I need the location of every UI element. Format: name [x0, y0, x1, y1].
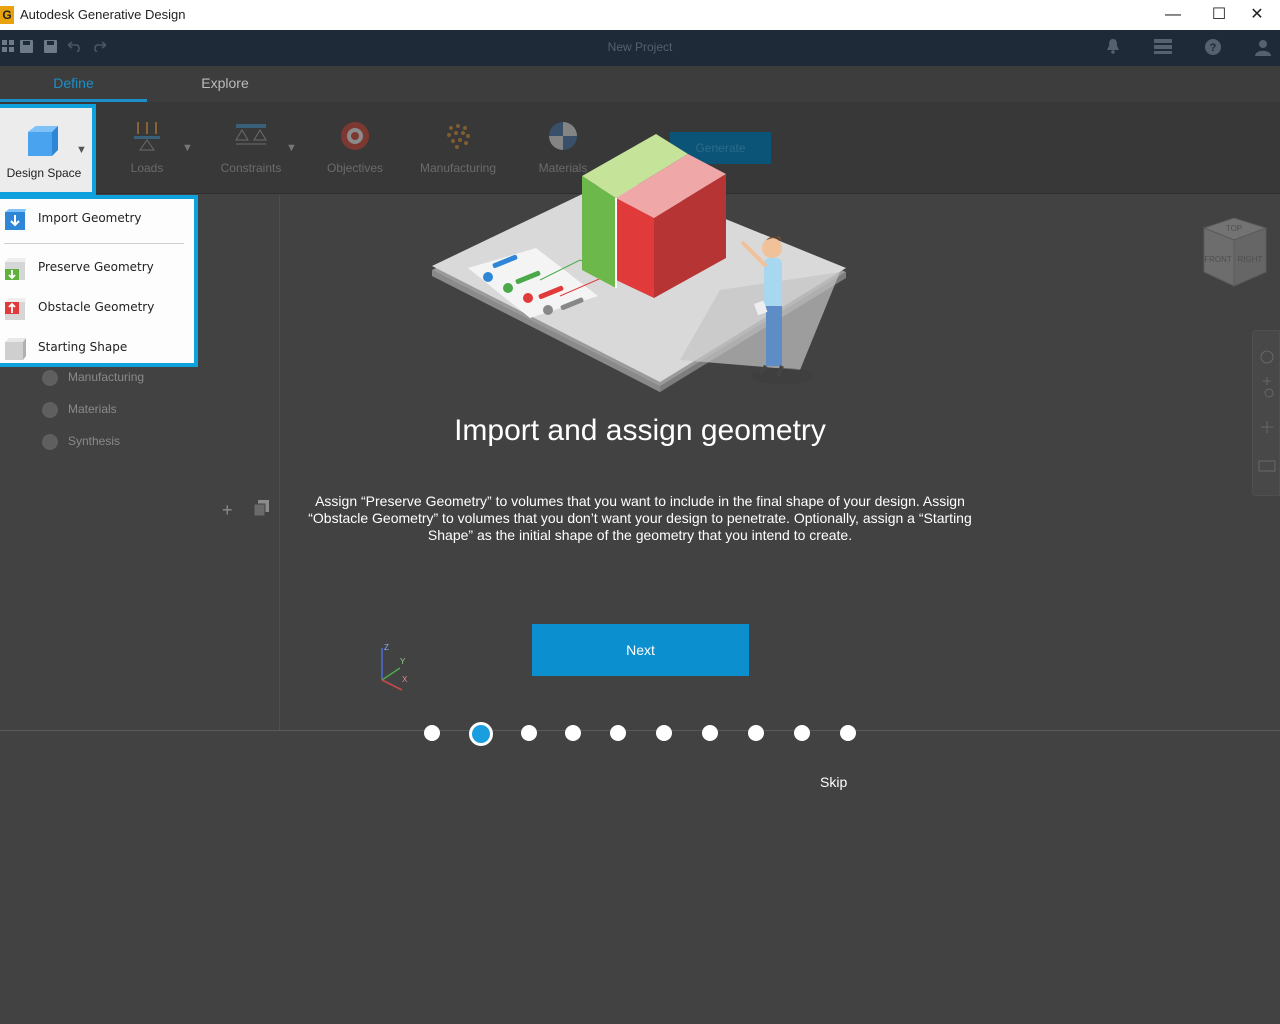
import-geometry-icon — [5, 209, 26, 230]
constraints-icon — [235, 124, 267, 145]
next-button[interactable]: Next — [532, 624, 749, 676]
design-space-button[interactable]: Design Space ▼ — [0, 104, 96, 196]
skip-link[interactable]: Skip — [820, 774, 847, 790]
step-dot[interactable] — [702, 725, 718, 741]
step-indicator — [0, 722, 1280, 746]
browser-item-label: Manufacturing — [68, 370, 145, 385]
objectives-button[interactable]: Objectives — [310, 120, 400, 175]
step-dot[interactable] — [521, 725, 537, 741]
navigation-bar — [1252, 330, 1280, 496]
onboarding-description: Assign “Preserve Geometry” to volumes th… — [308, 493, 972, 543]
design-space-label: Design Space — [6, 166, 82, 180]
project-name: New Project — [607, 40, 673, 54]
axis-triad-icon: Z Y X — [381, 643, 408, 691]
objectives-label: Objectives — [326, 161, 384, 175]
triad-z-label: Z — [384, 643, 389, 652]
loads-dropdown-caret-icon[interactable]: ▼ — [182, 142, 193, 154]
tab-explore[interactable]: Explore — [180, 66, 270, 102]
design-space-cube-icon — [28, 126, 58, 156]
step-dot[interactable] — [748, 725, 764, 741]
constraints-dropdown-caret-icon[interactable]: ▼ — [286, 142, 297, 154]
step-dot-active[interactable] — [469, 722, 493, 746]
close-button[interactable]: ✕ — [1234, 0, 1280, 30]
loads-button[interactable]: Loads ▼ — [102, 120, 193, 175]
viewcube-top-label: TOP — [1226, 224, 1242, 233]
step-dot[interactable] — [840, 725, 856, 741]
quick-access-toolbar: New Project ? — [0, 30, 1280, 66]
menu-item-label: Import Geometry — [38, 211, 142, 225]
notifications-bell-icon[interactable] — [1103, 38, 1123, 58]
menu-item-obstacle-geometry[interactable]: Obstacle Geometry — [0, 296, 190, 320]
step-dot[interactable] — [610, 725, 626, 741]
obstacle-geometry-icon — [5, 298, 26, 320]
user-profile-icon[interactable] — [1253, 38, 1273, 58]
design-space-dropdown-menu: Import Geometry Preserve Geometry Obstac… — [0, 195, 198, 367]
triad-y-label: Y — [400, 657, 406, 666]
preserve-geometry-icon — [5, 258, 26, 280]
menu-item-preserve-geometry[interactable]: Preserve Geometry — [0, 256, 190, 280]
viewcube-right-label: RIGHT — [1238, 255, 1263, 264]
design-space-dropdown-caret-icon[interactable]: ▼ — [76, 144, 87, 156]
window-title-bar: G Autodesk Generative Design — ☐ ✕ — [0, 0, 1280, 30]
starting-shape-icon — [5, 338, 26, 360]
window-title: Autodesk Generative Design — [20, 7, 186, 22]
menu-separator — [4, 243, 184, 244]
browser-item-label: Synthesis — [68, 434, 121, 449]
browser-item-label: Materials — [68, 402, 117, 417]
add-icon[interactable]: + — [222, 500, 233, 521]
viewcube-front-label: FRONT — [1204, 255, 1232, 264]
materials-node-icon — [42, 402, 58, 418]
step-dot[interactable] — [424, 725, 440, 741]
browser-item-manufacturing[interactable]: Manufacturing — [42, 370, 144, 390]
browser-item-synthesis[interactable]: Synthesis — [42, 434, 120, 454]
menu-item-label: Starting Shape — [38, 340, 128, 354]
triad-x-label: X — [402, 675, 408, 684]
browser-item-materials[interactable]: Materials — [42, 402, 117, 422]
minimize-button[interactable]: — — [1150, 0, 1196, 30]
menu-item-starting-shape[interactable]: Starting Shape — [0, 336, 190, 360]
onboarding-heading: Import and assign geometry — [454, 414, 826, 447]
navigation-tools-icon[interactable] — [1253, 331, 1279, 491]
manufacturing-node-icon — [42, 370, 58, 386]
copy-icon[interactable] — [253, 500, 270, 521]
workspace-tabs: Define Explore — [0, 66, 1280, 102]
objectives-icon — [341, 122, 369, 150]
constraints-button[interactable]: Constraints ▼ — [206, 120, 297, 175]
step-dot[interactable] — [565, 725, 581, 741]
loads-label: Loads — [130, 161, 164, 175]
job-status-icon[interactable] — [1153, 38, 1173, 58]
menu-item-import-geometry[interactable]: Import Geometry — [0, 207, 190, 231]
loads-icon — [134, 122, 160, 151]
viewcube-icon[interactable]: TOP FRONT RIGHT — [1196, 214, 1272, 290]
tab-define[interactable]: Define — [0, 66, 147, 102]
app-logo-icon: G — [0, 6, 14, 24]
step-dot[interactable] — [794, 725, 810, 741]
constraints-label: Constraints — [220, 161, 282, 175]
menu-item-label: Obstacle Geometry — [38, 300, 155, 314]
help-icon[interactable]: ? — [1203, 38, 1223, 58]
onboarding-illustration — [432, 134, 846, 392]
menu-item-label: Preserve Geometry — [38, 260, 154, 274]
synthesis-node-icon — [42, 434, 58, 450]
svg-text:?: ? — [1210, 42, 1217, 54]
step-dot[interactable] — [656, 725, 672, 741]
